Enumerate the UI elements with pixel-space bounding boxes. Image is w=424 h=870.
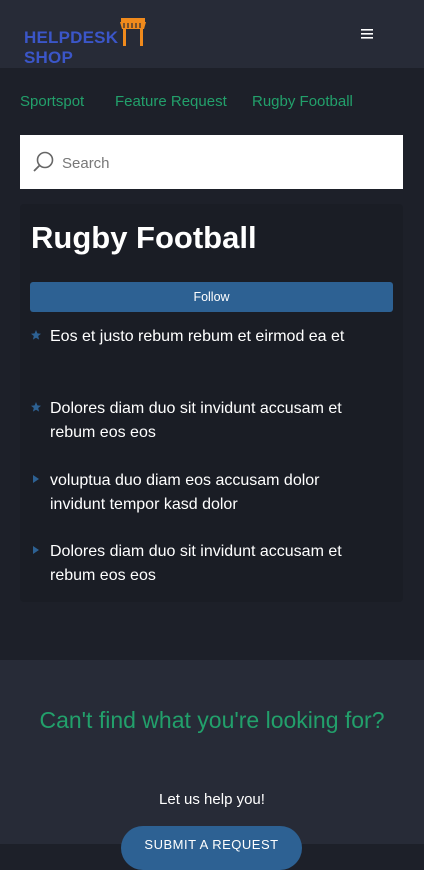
storefront-icon bbox=[120, 18, 146, 46]
site-logo[interactable]: HELPDESK SHOP bbox=[24, 14, 169, 67]
list-item-link[interactable]: Dolores diam duo sit invidunt accusam et… bbox=[50, 540, 375, 588]
help-footer: Can't find what you're looking for? Let … bbox=[0, 660, 424, 870]
search-input[interactable] bbox=[60, 150, 394, 176]
menu-button[interactable] bbox=[356, 25, 378, 43]
search-bar bbox=[20, 135, 403, 189]
logo-text: HELPDESK SHOP bbox=[24, 28, 119, 67]
triangle-right-icon bbox=[33, 475, 39, 483]
follow-button[interactable]: Follow bbox=[30, 282, 393, 312]
hamburger-menu-icon bbox=[361, 29, 373, 39]
list-item-link[interactable]: voluptua duo diam eos accusam dolor invi… bbox=[50, 469, 375, 517]
topic-card: Rugby Football Follow Eos et justo rebum… bbox=[20, 204, 403, 602]
breadcrumb-item-feature-request[interactable]: Feature Request bbox=[115, 93, 227, 110]
star-icon bbox=[31, 402, 41, 412]
triangle-right-icon bbox=[33, 546, 39, 554]
star-icon bbox=[31, 330, 41, 340]
page-title: Rugby Football bbox=[31, 220, 257, 255]
help-subtext: Let us help you! bbox=[159, 791, 265, 808]
help-heading: Can't find what you're looking for? bbox=[39, 707, 385, 733]
list-item-link[interactable]: Dolores diam duo sit invidunt accusam et… bbox=[50, 397, 375, 445]
submit-request-button[interactable]: SUBMIT A REQUEST bbox=[121, 826, 302, 870]
site-header: HELPDESK SHOP bbox=[0, 0, 424, 68]
list-item-link[interactable]: Eos et justo rebum rebum et eirmod ea et bbox=[50, 325, 375, 349]
search-icon bbox=[33, 151, 54, 172]
breadcrumb-item-rugby-football[interactable]: Rugby Football bbox=[252, 93, 353, 110]
breadcrumb-item-sportspot[interactable]: Sportspot bbox=[20, 93, 84, 110]
